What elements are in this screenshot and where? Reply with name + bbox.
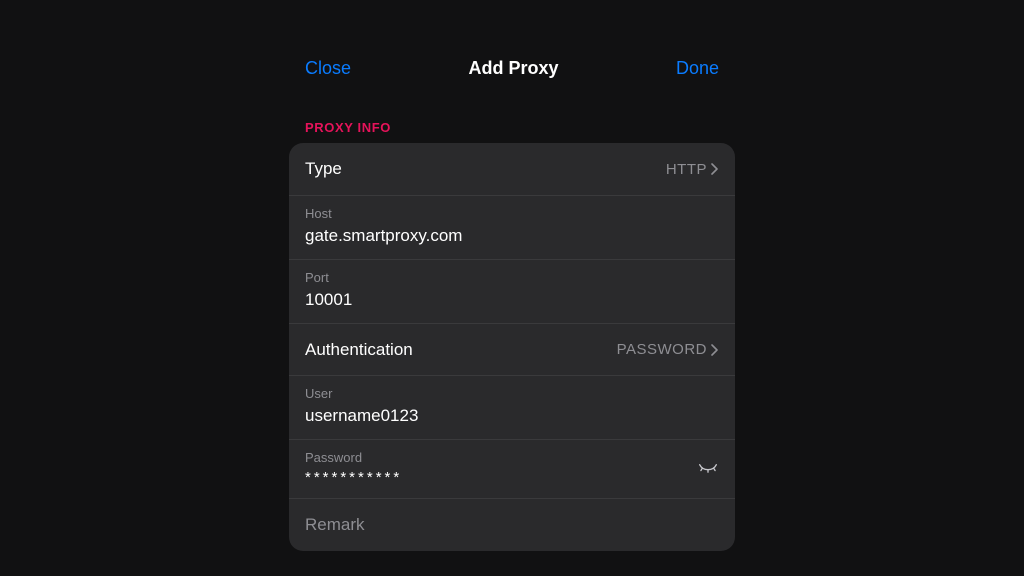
- chevron-right-icon: [711, 163, 719, 175]
- row-remark[interactable]: [289, 498, 735, 551]
- proxy-info-list: Type HTTP Host Port Authentication PASSW…: [289, 143, 735, 551]
- host-input[interactable]: [305, 225, 719, 247]
- done-button[interactable]: Done: [676, 58, 719, 79]
- remark-input[interactable]: [305, 515, 719, 535]
- row-authentication[interactable]: Authentication PASSWORD: [289, 323, 735, 375]
- host-label: Host: [305, 206, 719, 221]
- type-value-container: HTTP: [666, 161, 719, 178]
- row-user[interactable]: User: [289, 375, 735, 439]
- chevron-right-icon: [711, 344, 719, 356]
- password-masked-value: ***********: [305, 469, 697, 486]
- navbar: Close Add Proxy Done: [289, 40, 735, 96]
- password-label: Password: [305, 450, 697, 465]
- row-password[interactable]: Password ***********: [289, 439, 735, 498]
- row-host[interactable]: Host: [289, 195, 735, 259]
- close-button[interactable]: Close: [305, 58, 351, 79]
- port-input[interactable]: [305, 289, 719, 311]
- authentication-label: Authentication: [305, 340, 413, 360]
- user-input[interactable]: [305, 405, 719, 427]
- row-type[interactable]: Type HTTP: [289, 143, 735, 195]
- type-value: HTTP: [666, 161, 707, 178]
- eye-closed-icon[interactable]: [697, 457, 719, 479]
- authentication-value: PASSWORD: [617, 341, 707, 358]
- port-label: Port: [305, 270, 719, 285]
- user-label: User: [305, 386, 719, 401]
- authentication-value-container: PASSWORD: [617, 341, 719, 358]
- row-port[interactable]: Port: [289, 259, 735, 323]
- section-header-proxy-info: PROXY INFO: [289, 96, 735, 143]
- nav-title: Add Proxy: [468, 58, 558, 79]
- add-proxy-panel: Close Add Proxy Done PROXY INFO Type HTT…: [289, 40, 735, 551]
- type-label: Type: [305, 159, 342, 179]
